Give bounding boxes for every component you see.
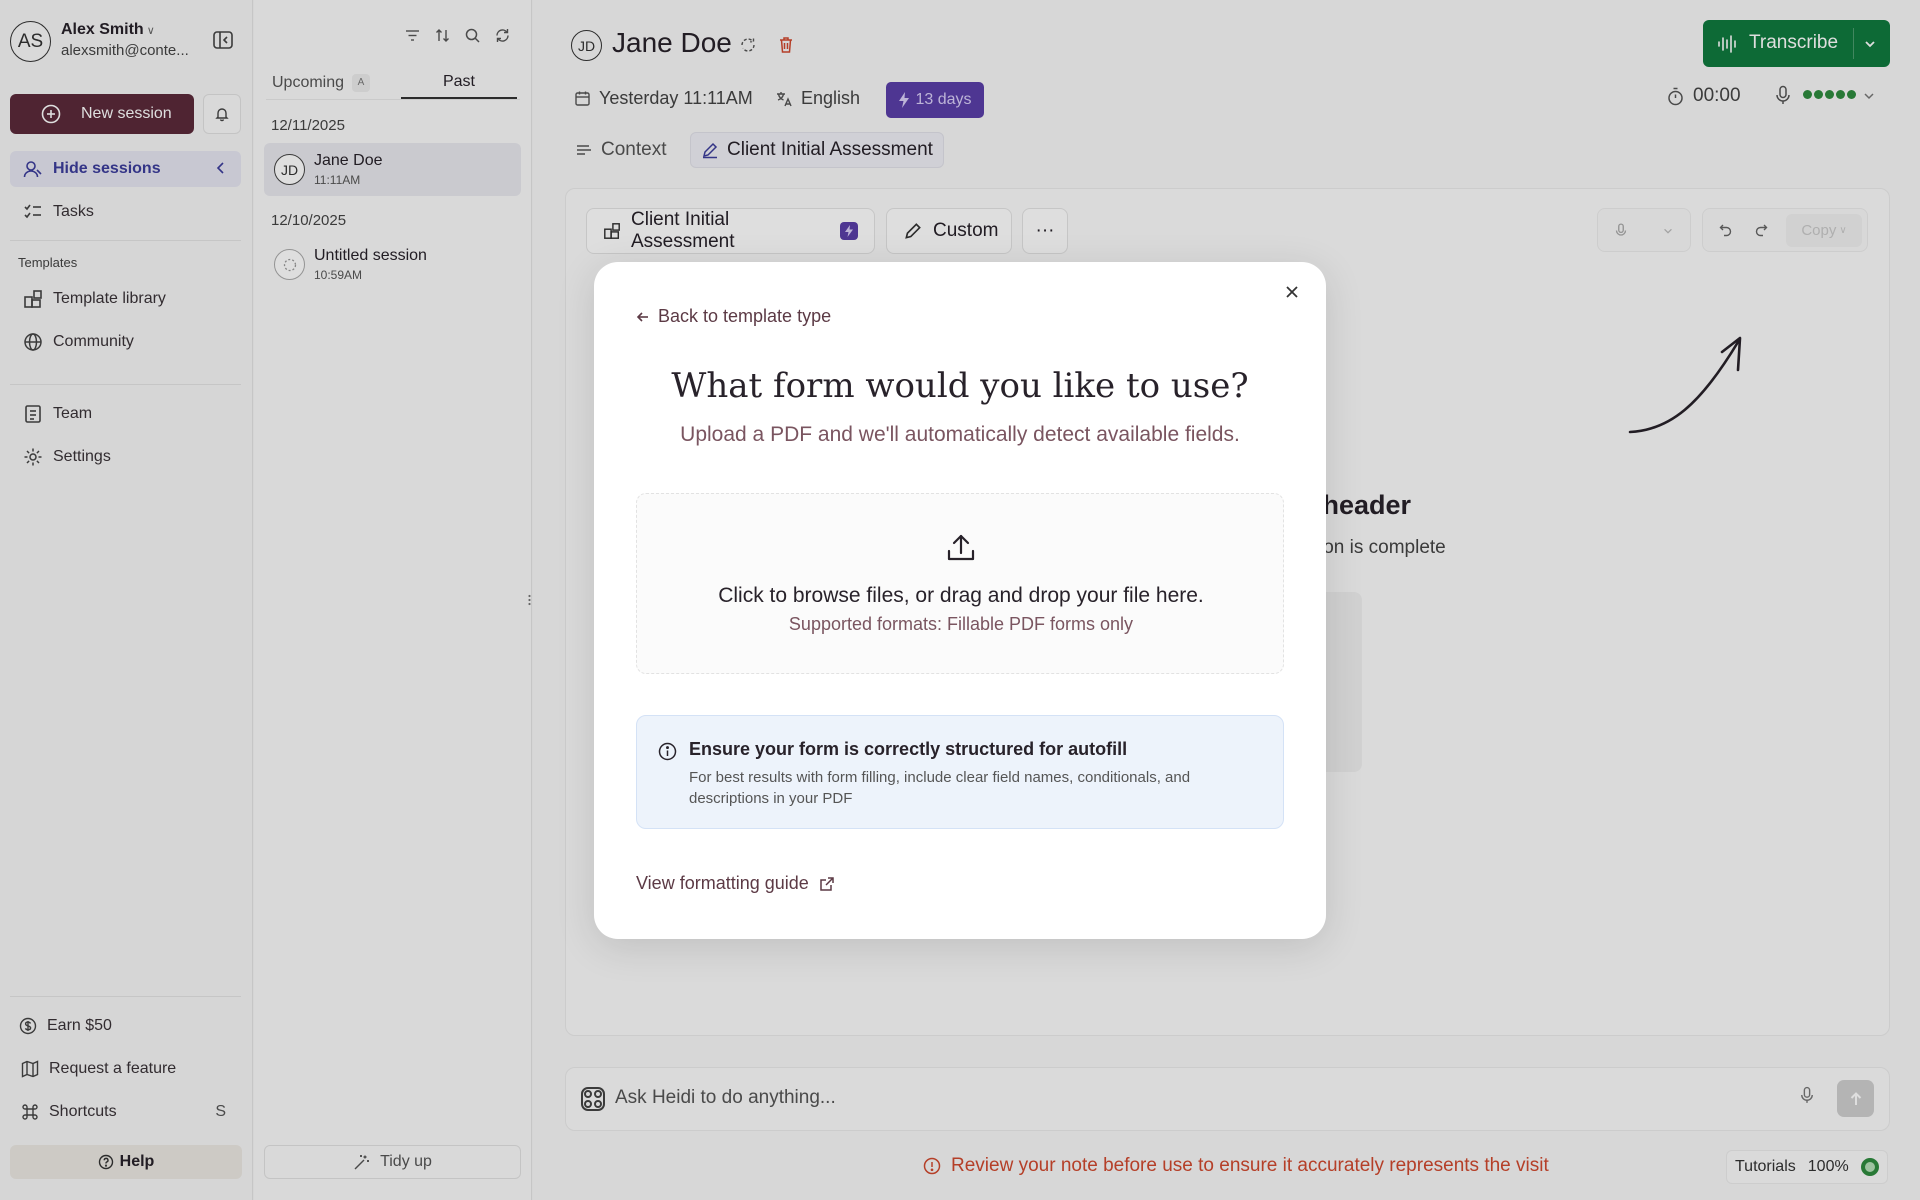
- external-link-icon: [819, 876, 835, 892]
- file-dropzone[interactable]: Click to browse files, or drag and drop …: [636, 493, 1284, 674]
- modal-title: What form would you like to use?: [671, 366, 1249, 406]
- arrow-left-icon: [636, 310, 650, 324]
- close-icon[interactable]: [1284, 284, 1300, 300]
- autofill-info-callout: Ensure your form is correctly structured…: [636, 715, 1284, 829]
- guide-link-label: View formatting guide: [636, 873, 809, 893]
- form-upload-modal: Back to template type What form would yo…: [594, 262, 1326, 939]
- view-formatting-guide-link[interactable]: View formatting guide: [636, 873, 835, 894]
- dropzone-instructions: Click to browse files, or drag and drop …: [718, 584, 1204, 607]
- dropzone-formats: Supported formats: Fillable PDF forms on…: [788, 614, 1134, 634]
- info-icon: [658, 742, 677, 761]
- back-to-template-type-link[interactable]: Back to template type: [636, 306, 831, 327]
- back-link-label: Back to template type: [658, 306, 832, 326]
- upload-icon: [947, 533, 975, 563]
- modal-subtitle: Upload a PDF and we'll automatically det…: [680, 423, 1240, 446]
- info-title: Ensure your form is correctly structured…: [689, 739, 1128, 759]
- info-text: For best results with form filling, incl…: [689, 769, 1191, 807]
